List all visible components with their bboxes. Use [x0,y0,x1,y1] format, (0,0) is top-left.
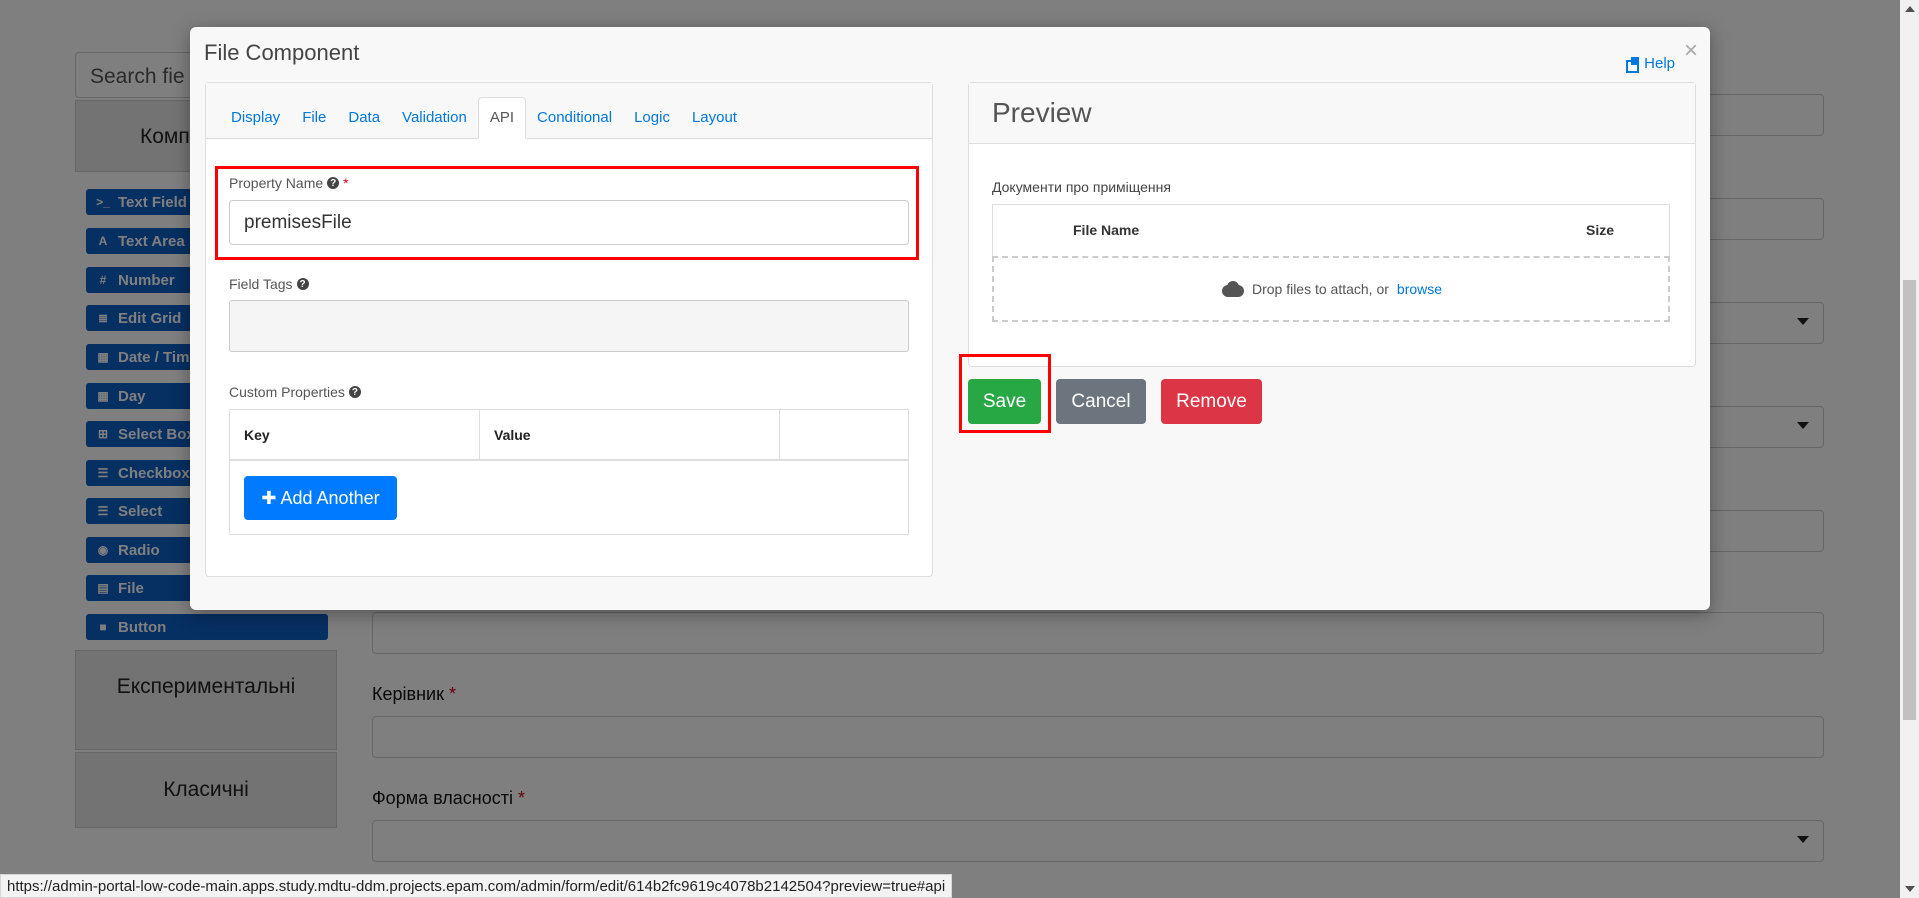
modal-title: File Component [204,40,360,65]
drop-text: Drop files to attach, or [1251,281,1389,297]
tab-logic[interactable]: Logic [623,96,681,138]
status-bar-url: https://admin-portal-low-code-main.apps.… [0,874,953,898]
preview-file-table: File Name Size [992,204,1670,256]
plus-icon: ✚ [261,487,277,508]
tab-display[interactable]: Display [220,96,291,138]
tab-layout[interactable]: Layout [681,96,748,138]
preview-field-label: Документи про приміщення [992,179,1171,195]
custom-properties-label: Custom Properties ? [229,384,361,400]
save-button-highlight [959,354,1051,433]
external-link-icon [1626,57,1640,73]
add-another-button[interactable]: ✚ Add Another [244,476,397,520]
column-value: Value [480,410,780,459]
scroll-thumb[interactable] [1903,280,1916,720]
help-label: Help [1644,55,1675,72]
cancel-button[interactable]: Cancel [1056,379,1146,424]
column-actions [780,410,908,459]
settings-tabs: Display File Data Validation API Conditi… [206,83,932,139]
preview-title: Preview [969,83,1695,144]
custom-properties-label-text: Custom Properties [229,384,345,400]
browse-link[interactable]: browse [1397,281,1442,297]
property-name-highlight [215,166,919,260]
add-another-label: Add Another [280,487,380,508]
scroll-up-icon[interactable] [1905,6,1915,12]
field-tags-label: Field Tags ? [229,276,309,292]
question-circle-icon[interactable]: ? [296,278,309,290]
field-tags-label-text: Field Tags [229,276,293,292]
tab-validation[interactable]: Validation [391,96,478,138]
remove-button[interactable]: Remove [1161,379,1262,424]
column-key: Key [230,410,480,459]
tab-data[interactable]: Data [337,96,391,138]
page-scrollbar[interactable] [1900,0,1919,898]
close-icon[interactable]: × [1684,37,1698,65]
tab-conditional[interactable]: Conditional [526,96,623,138]
cloud-upload-icon [1220,281,1244,297]
column-file-name: File Name [1073,222,1140,238]
preview-panel: Preview Документи про приміщення File Na… [968,82,1696,367]
edit-panel: Display File Data Validation API Conditi… [205,82,933,577]
tab-file[interactable]: File [291,96,337,138]
file-component-modal: File Component Help × Display File Data … [190,27,1710,610]
question-circle-icon[interactable]: ? [348,386,361,398]
help-link[interactable]: Help [1626,55,1675,73]
custom-properties-table: Key Value ✚ Add Another [229,409,909,535]
file-dropzone[interactable]: Drop files to attach, or browse [992,256,1670,322]
custom-properties-header: Key Value [230,410,908,461]
tab-api[interactable]: API [477,97,527,139]
scroll-down-icon[interactable] [1905,886,1915,892]
field-tags-input[interactable] [229,300,909,352]
column-size: Size [1585,222,1614,238]
